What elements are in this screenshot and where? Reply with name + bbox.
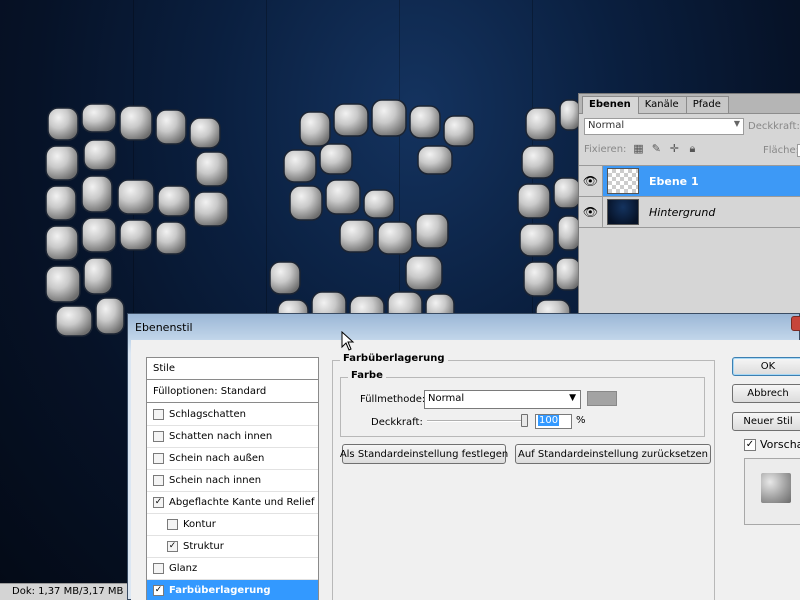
blend-options-item[interactable]: Fülloptionen: Standard [147,381,318,403]
opacity-label: Deckkraft: [371,417,423,428]
layer-thumbnail [607,168,639,194]
blend-options-label: Fülloptionen: Standard [153,386,267,397]
reset-default-button[interactable]: Auf Standardeinstellung zurücksetzen [515,444,711,464]
lock-position-icon[interactable]: ✛ [668,143,680,155]
style-item-schein-nach-innen[interactable]: Schein nach innen [147,470,318,492]
chevron-down-icon: ▼ [733,119,740,128]
mouse-cursor-icon [341,331,355,351]
checkbox[interactable] [153,563,164,574]
preview-label: Vorscha [760,438,800,451]
tab-kanaele[interactable]: Kanäle [637,96,687,113]
layer-blend-mode-value: Normal [588,120,625,131]
blend-mode-row: Normal ▼ Deckkraft: [584,118,800,135]
lock-all-icon[interactable]: 🔒︎ [686,143,698,155]
style-item-label: Schein nach außen [169,453,265,464]
dialog-title: Ebenenstil [135,321,193,334]
checkbox-checked[interactable]: ✓ [153,585,164,596]
overlay-color-swatch[interactable] [587,391,617,406]
opacity-slider-handle[interactable] [521,414,528,427]
style-item-struktur[interactable]: ✓ Struktur [147,536,318,558]
style-item-label: Abgeflachte Kante und Relief [169,497,315,508]
styles-header-label: Stile [153,363,175,374]
eye-icon[interactable]: 👁︎ [579,196,603,228]
tab-ebenen[interactable]: Ebenen [582,96,639,114]
dialog-body: Stile Fülloptionen: Standard Schlagschat… [131,340,800,600]
color-overlay-heading: Farbüberlagerung [340,353,448,364]
layer-style-dialog: Ebenenstil Stile Fülloptionen: Standard … [127,313,800,600]
layers-panel: Ebenen Kanäle Pfade Normal ▼ Deckkraft: … [578,93,800,316]
lock-pixels-icon[interactable]: ✎ [650,143,662,155]
styles-list-header[interactable]: Stile [147,358,318,380]
document-status-bar: Dok: 1,37 MB/3,17 MB [0,583,128,600]
layer-name: Hintergrund [649,205,716,219]
fill-method-value: Normal [428,393,465,404]
tab-pfade[interactable]: Pfade [685,96,729,113]
letter-p-stones [45,103,229,337]
checkbox-checked[interactable]: ✓ [744,438,756,451]
style-item-label: Struktur [183,541,224,552]
cancel-button[interactable]: Abbrech [732,384,800,403]
layer-thumbnail [607,199,639,225]
layer-fill-label: Fläche: [763,145,800,156]
fill-method-select[interactable]: Normal ▼ [424,390,581,409]
style-item-label: Farbüberlagerung [169,585,271,596]
checkbox-checked[interactable]: ✓ [167,541,178,552]
checkbox[interactable] [153,431,164,442]
style-item-label: Schlagschatten [169,409,246,420]
style-item-farbueberlagerung[interactable]: ✓ Farbüberlagerung [147,580,318,600]
letter-c-stones-partial [517,99,581,331]
checkbox-checked[interactable]: ✓ [153,497,164,508]
layer-row-ebene-1[interactable]: 👁︎ Ebene 1 [579,165,800,197]
layers-panel-tabs: Ebenen Kanäle Pfade [579,94,800,114]
document-size-info: Dok: 1,37 MB/3,17 MB [12,586,124,597]
chevron-down-icon: ▼ [569,393,576,403]
style-preview-box [744,458,800,525]
opacity-slider-track[interactable] [427,420,527,422]
style-item-label: Kontur [183,519,216,530]
layer-name: Ebene 1 [649,174,699,188]
set-default-button[interactable]: Als Standardeinstellung festlegen [340,444,508,464]
opacity-input[interactable]: 100 [535,414,572,429]
opacity-unit: % [576,415,586,426]
lock-transparency-icon[interactable]: ▦ [632,143,644,155]
style-preview-thumbnail [761,473,791,503]
layer-blend-mode-select[interactable]: Normal ▼ [584,118,744,135]
style-item-label: Glanz [169,563,198,574]
checkbox[interactable] [167,519,178,530]
preview-checkbox-row[interactable]: ✓ Vorscha [744,438,800,451]
style-item-kontur[interactable]: Kontur [147,514,318,536]
style-item-label: Schatten nach innen [169,431,273,442]
new-style-button[interactable]: Neuer Stil [732,412,800,431]
styles-list: Stile Fülloptionen: Standard Schlagschat… [146,357,319,600]
style-item-label: Schein nach innen [169,475,262,486]
style-item-schlagschatten[interactable]: Schlagschatten [147,404,318,426]
checkbox[interactable] [153,453,164,464]
layer-row-hintergrund[interactable]: 👁︎ Hintergrund [579,196,800,228]
style-item-schatten-nach-innen[interactable]: Schatten nach innen [147,426,318,448]
style-item-glanz[interactable]: Glanz [147,558,318,580]
lock-row: Fixieren: ▦ ✎ ✛ 🔒︎ [584,143,698,155]
style-item-abgeflachte-kante[interactable]: ✓ Abgeflachte Kante und Relief [147,492,318,514]
color-subgroup-heading: Farbe [348,370,386,381]
close-icon[interactable] [791,316,800,331]
layer-opacity-label: Deckkraft: [748,121,800,132]
lock-label: Fixieren: [584,143,627,155]
checkbox[interactable] [153,475,164,486]
layers-empty-area [579,227,800,316]
checkbox[interactable] [153,409,164,420]
ok-button[interactable]: OK [732,357,800,376]
opacity-value: 100 [538,415,560,426]
letter-s-stones [269,99,475,333]
fill-method-label: Füllmethode: [360,394,426,405]
style-item-schein-nach-aussen[interactable]: Schein nach außen [147,448,318,470]
eye-icon[interactable]: 👁︎ [579,165,603,197]
